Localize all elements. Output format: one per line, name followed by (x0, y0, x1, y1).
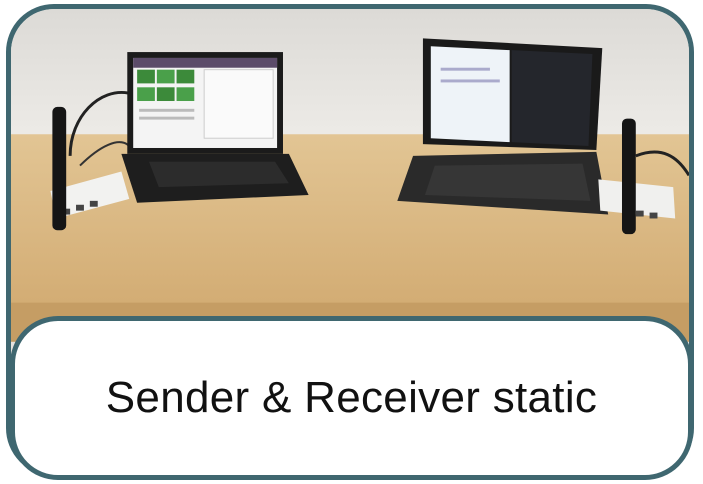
left-laptop (121, 52, 309, 203)
caption-text: Sender & Receiver static (105, 373, 598, 422)
caption-panel: Sender & Receiver static (10, 316, 693, 480)
right-laptop (397, 38, 609, 215)
right-antenna (621, 118, 636, 235)
left-antenna (52, 106, 67, 231)
